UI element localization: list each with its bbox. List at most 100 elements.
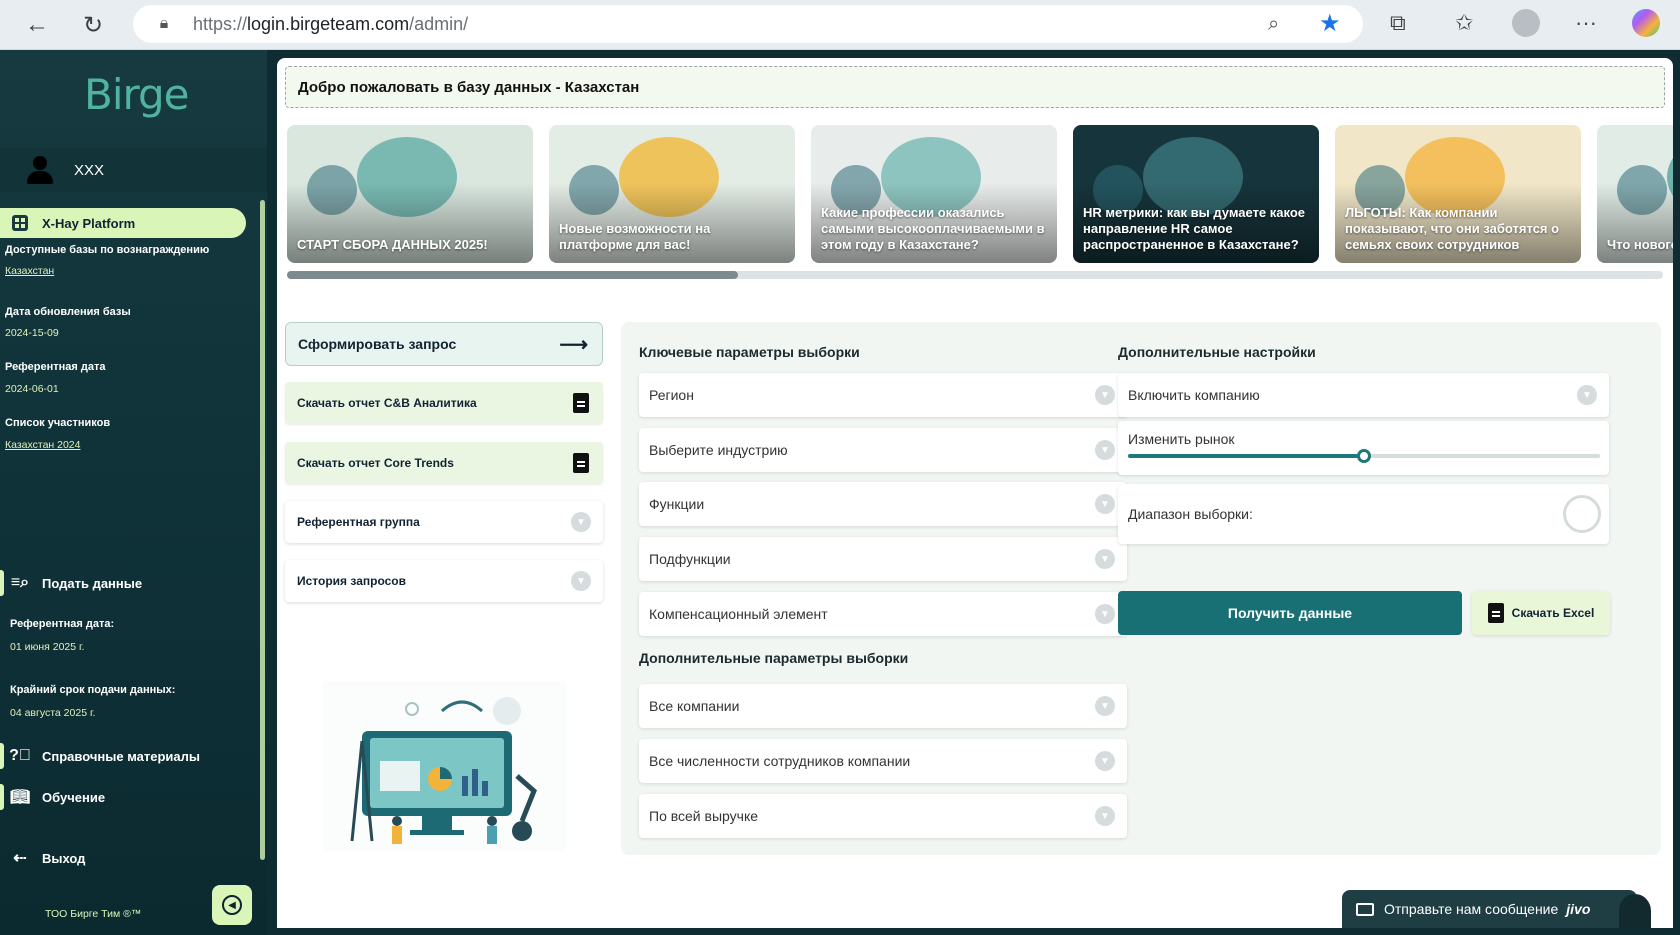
revenue-select[interactable]: По всей выручке ▼	[639, 794, 1127, 838]
news-card[interactable]: Новые возможности на платформе для вас!	[549, 125, 795, 263]
market-slider-card: Изменить рынок	[1118, 421, 1609, 475]
sidebar-item-training[interactable]: 📖︎ Обучение	[0, 781, 105, 813]
headcount-select[interactable]: Все численности сотрудников компании ▼	[639, 739, 1127, 783]
collapse-sidebar-button[interactable]: ◀	[212, 885, 252, 925]
news-card-title: СТАРТ СБОРА ДАННЫХ 2025!	[297, 237, 488, 252]
training-label: Обучение	[42, 789, 106, 805]
profile-avatar-icon[interactable]	[1512, 9, 1540, 37]
key-params-title: Ключевые параметры выборки	[639, 344, 860, 360]
sample-range-label: Диапазон выборки:	[1128, 506, 1253, 522]
industry-select[interactable]: Выберите индустрию ▼	[639, 428, 1127, 472]
market-slider[interactable]	[1128, 449, 1600, 463]
submit-reference-date-value: 01 июня 2025 г.	[10, 641, 85, 653]
news-card[interactable]: СТАРТ СБОРА ДАННЫХ 2025!	[287, 125, 533, 263]
reference-date-label: Референтная дата	[5, 361, 106, 373]
request-history-dropdown[interactable]: История запросов ▼	[285, 560, 603, 602]
file-download-icon	[573, 453, 589, 473]
help-label: Справочные материалы	[42, 748, 200, 764]
reference-group-dropdown[interactable]: Референтная группа ▼	[285, 501, 603, 543]
mail-icon	[1356, 902, 1374, 916]
functions-label: Функции	[649, 496, 705, 512]
reference-group-label: Референтная группа	[297, 515, 420, 529]
chevron-down-icon: ▼	[1095, 549, 1115, 569]
zoom-icon[interactable]: ⌕	[1268, 13, 1279, 36]
help-icon: ?⃝	[9, 747, 31, 764]
search-list-icon: ≡⌕	[10, 574, 30, 591]
reference-date-value: 2024-06-01	[5, 383, 59, 395]
chat-text: Отправьте нам сообщение	[1384, 901, 1559, 917]
download-cb-report-button[interactable]: Скачать отчет C&B Аналитика	[285, 382, 603, 424]
chevron-down-icon: ▼	[1095, 696, 1115, 716]
settings-title: Дополнительные настройки	[1118, 344, 1316, 360]
companies-select[interactable]: Все компании ▼	[639, 684, 1127, 728]
participants-link[interactable]: Казахстан 2024	[5, 439, 80, 451]
sidebar-scrollbar[interactable]	[260, 200, 265, 860]
extensions-icon[interactable]: ⧉	[1390, 10, 1406, 36]
download-cb-label: Скачать отчет C&B Аналитика	[297, 396, 477, 410]
copilot-icon[interactable]	[1632, 9, 1660, 37]
news-card[interactable]: HR метрики: как вы думаете какое направл…	[1073, 125, 1319, 263]
available-bases-link[interactable]: Казахстан	[5, 265, 54, 277]
sidebar-item-logout[interactable]: ⇠ Выход	[0, 842, 85, 874]
subfunctions-label: Подфункции	[649, 551, 731, 567]
news-card-title: Какие профессии оказались самыми высокоо…	[821, 205, 1045, 252]
news-card[interactable]: Что нового на платформе	[1597, 125, 1673, 263]
news-card-title: ЛЬГОТЫ: Как компании показывают, что они…	[1345, 205, 1560, 252]
book-icon: 📖︎	[9, 789, 31, 806]
get-data-button[interactable]: Получить данные	[1118, 591, 1462, 635]
news-card[interactable]: ЛЬГОТЫ: Как компании показывают, что они…	[1335, 125, 1581, 263]
extra-params-title: Дополнительные параметры выборки	[639, 650, 909, 666]
chevron-down-icon: ▼	[1095, 440, 1115, 460]
market-slider-handle[interactable]	[1357, 449, 1371, 463]
sidebar-item-help[interactable]: ?⃝ Справочные материалы	[0, 740, 200, 772]
update-date-label: Дата обновления базы	[5, 306, 131, 318]
download-core-trends-button[interactable]: Скачать отчет Core Trends	[285, 442, 603, 484]
download-excel-label: Скачать Excel	[1511, 606, 1595, 620]
all-companies-label: Все компании	[649, 698, 740, 714]
chevron-down-icon: ▼	[1095, 604, 1115, 624]
sidebar-item-submit-data[interactable]: ≡⌕ Подать данные	[0, 567, 142, 599]
grid-icon	[12, 215, 28, 231]
comp-element-select[interactable]: Компенсационный элемент ▼	[639, 592, 1127, 636]
industry-label: Выберите индустрию	[649, 442, 788, 458]
download-core-label: Скачать отчет Core Trends	[297, 456, 454, 470]
sidebar-item-platform[interactable]: X-Hay Platform	[0, 208, 246, 238]
region-select[interactable]: Регион ▼	[639, 373, 1127, 417]
functions-select[interactable]: Функции ▼	[639, 482, 1127, 526]
file-download-icon	[1487, 603, 1504, 623]
chevron-down-icon: ▼	[1577, 385, 1597, 405]
comp-element-label: Компенсационный элемент	[649, 606, 828, 622]
favorites-icon[interactable]: ✩	[1455, 10, 1473, 36]
url-text: https://login.birgeteam.com/admin/	[193, 13, 469, 34]
subfunctions-select[interactable]: Подфункции ▼	[639, 537, 1127, 581]
chevron-down-icon: ▼	[571, 512, 591, 532]
market-slider-fill	[1128, 454, 1364, 458]
include-company-select[interactable]: Включить компанию ▼	[1118, 373, 1609, 417]
analytics-illustration	[322, 681, 567, 851]
news-card[interactable]: Какие профессии оказались самыми высокоо…	[811, 125, 1057, 263]
favorite-star-icon[interactable]: ★	[1319, 9, 1341, 38]
sample-range-card: Диапазон выборки:	[1118, 484, 1609, 544]
update-date-value: 2024-15-09	[5, 327, 59, 339]
submit-reference-date-label: Референтная дата:	[10, 618, 115, 630]
company-name: ТОО Бирге Тим ®™	[45, 908, 142, 920]
welcome-banner: Добро пожаловать в базу данных - Казахст…	[285, 66, 1665, 108]
back-icon[interactable]: ←	[20, 8, 54, 42]
available-bases-label: Доступные базы по вознаграждению	[5, 244, 210, 256]
reload-icon[interactable]: ↻	[76, 8, 110, 42]
chevron-down-icon: ▼	[1095, 806, 1115, 826]
chevron-down-icon: ▼	[571, 571, 591, 591]
chat-widget[interactable]: Отправьте нам сообщение jivo	[1342, 890, 1637, 928]
chevron-down-icon: ▼	[1095, 751, 1115, 771]
user-profile[interactable]: XXX	[0, 148, 267, 192]
change-market-label: Изменить рынок	[1128, 431, 1235, 447]
form-request-button[interactable]: Сформировать запрос ⟶	[285, 322, 603, 366]
carousel-scrollbar[interactable]	[287, 271, 1663, 279]
carousel-scroll-thumb[interactable]	[287, 271, 738, 279]
download-excel-button[interactable]: Скачать Excel	[1472, 591, 1610, 635]
logout-icon: ⇠	[13, 850, 27, 867]
more-menu-icon[interactable]: ···	[1575, 10, 1597, 36]
news-carousel[interactable]: СТАРТ СБОРА ДАННЫХ 2025! Новые возможност…	[287, 125, 1673, 263]
main-content: Добро пожаловать в базу данных - Казахст…	[277, 58, 1673, 928]
address-bar[interactable]: 🔒︎ https://login.birgeteam.com/admin/ ⌕ …	[133, 5, 1363, 43]
